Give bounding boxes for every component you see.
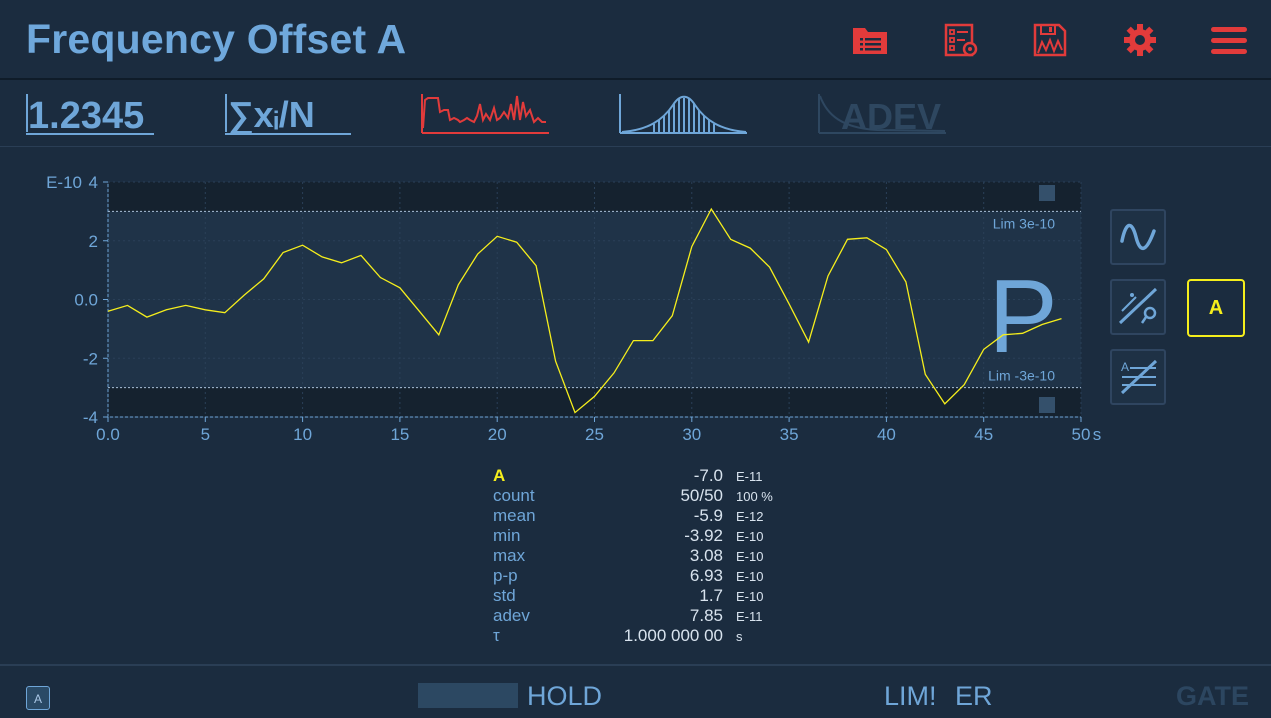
stats-label: A [493,466,506,485]
x-tick-label: 0.0 [96,425,120,444]
channel-badge[interactable]: A [26,686,50,710]
x-tick-label: 5 [201,425,210,444]
stats-label: count [493,486,535,505]
stats-unit: E-11 [736,469,763,484]
numeric-view-button[interactable]: 1.2345 [24,90,156,138]
stats-value: 7.85 [689,606,723,625]
x-tick-label: 35 [780,425,799,444]
statistics-view-label: ∑xᵢ/N [228,94,315,135]
stats-value: -5.9 [693,506,723,525]
stats-row: min -3.92 E-10 [493,526,793,546]
x-tick-label: 20 [488,425,507,444]
mode-letter: P [988,259,1057,375]
x-tick-label: 50 [1072,425,1091,444]
stats-unit: E-10 [736,589,764,604]
stats-value: -7.0 [693,466,723,485]
svg-text:A: A [1121,360,1129,374]
x-tick-label: 30 [682,425,701,444]
stats-row: std 1.7 E-10 [493,586,793,606]
stats-label: mean [493,506,536,525]
stats-value: 6.93 [689,566,723,585]
x-unit-label: s [1093,425,1102,444]
stats-label: max [493,546,526,565]
y-tick-label: 2 [89,232,98,251]
stats-label: p-p [493,566,518,585]
trend-view-icon[interactable] [420,90,550,138]
x-tick-label: 15 [390,425,409,444]
adev-view-button[interactable]: ADEV [817,90,947,138]
x-tick-label: 25 [585,425,604,444]
stats-row: max 3.08 E-10 [493,546,793,566]
lower-limit-handle [1039,397,1055,413]
stats-unit: E-10 [736,549,764,564]
statistics-table: A -7.0 E-11 count 50/50 100 % mean -5.9 E-12 min -… [493,466,793,646]
checklist-settings-icon[interactable] [941,20,981,60]
hold-label[interactable]: HOLD [527,681,602,712]
x-tick-label: 45 [974,425,993,444]
hold-indicator-bar[interactable] [418,683,518,708]
remove-trend-button[interactable] [1110,279,1166,335]
stats-value: -3.92 [684,526,723,545]
stats-row: adev 7.85 E-11 [493,606,793,626]
channel-a-button[interactable]: A [1187,279,1245,337]
page-title: Frequency Offset A [26,16,407,62]
curve-fit-button[interactable] [1110,209,1166,265]
stats-unit: E-10 [736,569,764,584]
error-indicator: ER [955,681,993,711]
stats-value: 50/50 [680,486,723,505]
numeric-view-label: 1.2345 [28,95,145,137]
stats-value: 1.7 [699,586,723,605]
stats-unit: 100 % [736,489,773,504]
upper-limit-handle [1039,185,1055,201]
stats-row: τ 1.000 000 00 s [493,626,793,646]
save-chart-icon[interactable] [1030,20,1070,60]
trend-chart[interactable]: Lim 3e-10Lim -3e-100.0 5 10 15 20 25 30 35 40 45 5… [0,148,1271,448]
stats-value: 3.08 [689,546,723,565]
header-bar: Frequency Offset A [0,0,1271,80]
stats-unit: s [736,629,743,644]
stats-label: τ [493,626,500,645]
stats-unit: E-11 [736,609,763,624]
stats-value: 1.000 000 00 [623,626,723,645]
upper-limit-band [108,182,1081,212]
adev-view-label: ADEV [841,96,942,137]
y-exponent-label: E-10 [46,173,82,192]
folder-list-icon[interactable] [850,20,890,60]
view-toolbar: 1.2345 ∑xᵢ/N ADEV [0,80,1271,147]
trend-remove-icon [1118,287,1158,325]
y-tick-label: 4 [89,173,98,192]
stats-unit: E-10 [736,529,764,544]
y-tick-label: -2 [83,349,98,368]
stats-row: A -7.0 E-11 [493,466,793,486]
upper-limit-label: Lim 3e-10 [993,215,1055,231]
gear-icon[interactable] [1120,20,1160,60]
status-bar: A HOLD LIM! ER GATE [0,664,1271,718]
statistics-view-button[interactable]: ∑xᵢ/N [223,90,353,138]
stats-label: adev [493,606,530,625]
x-tick-label: 40 [877,425,896,444]
stats-label: std [493,586,516,605]
gate-indicator: GATE [1176,681,1249,711]
histogram-view-icon[interactable] [618,90,748,138]
stats-unit: E-12 [736,509,764,524]
y-tick-label: 0.0 [74,291,98,310]
limit-indicator: LIM! [884,681,937,711]
slope-lines-button[interactable]: A [1110,349,1166,405]
stats-row: p-p 6.93 E-10 [493,566,793,586]
hamburger-menu-icon[interactable] [1209,20,1249,60]
x-tick-label: 10 [293,425,312,444]
slope-lines-icon: A [1120,359,1158,395]
stats-label: min [493,526,521,545]
stats-row: mean -5.9 E-12 [493,506,793,526]
y-tick-label: -4 [83,408,98,427]
chart-area: Lim 3e-10 Lim -3e-10 0.0 5 10 15 20 25 30 35 40 45 5… [0,148,1271,448]
sine-wave-icon [1120,223,1156,250]
stats-row: count 50/50 100 % [493,486,793,506]
